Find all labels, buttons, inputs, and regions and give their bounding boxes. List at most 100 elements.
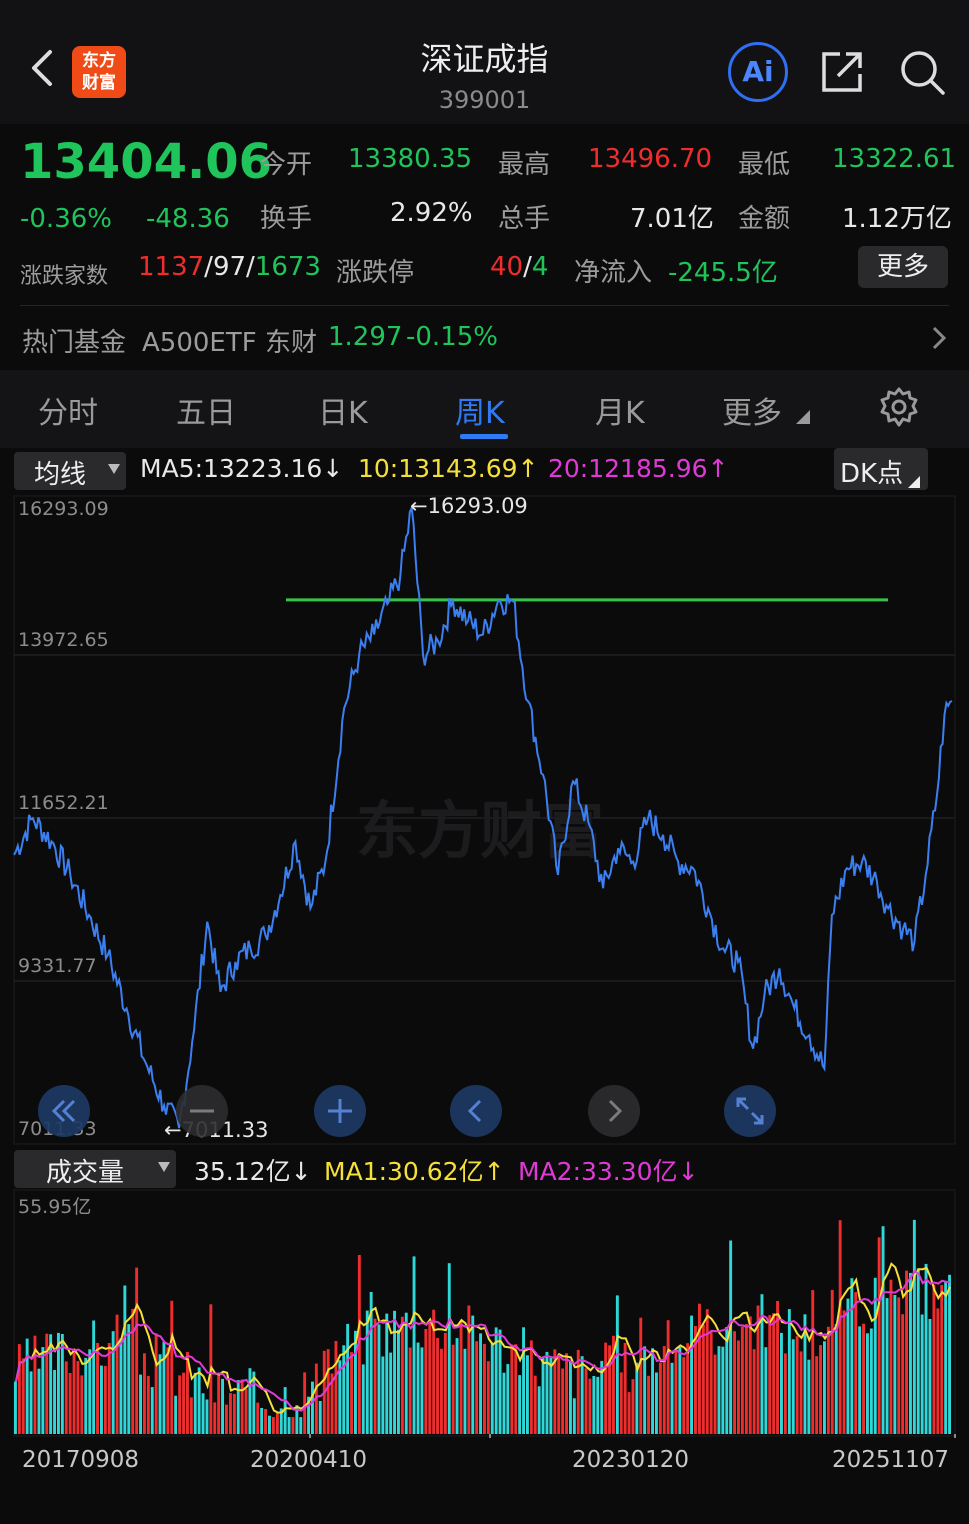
scroll-right-button[interactable] [588, 1085, 640, 1137]
volume-bar [205, 1399, 209, 1434]
volume-bar [483, 1343, 486, 1434]
tab-intraday[interactable]: 分时 [38, 388, 98, 432]
volume-ma1: MA1:30.62亿↑ [324, 1157, 505, 1186]
volume-bar [670, 1362, 674, 1434]
volume-bar [549, 1357, 553, 1434]
volume-bar [318, 1401, 322, 1434]
hot-fund-row[interactable]: 热门基金 A500ETF 东财 1.297 -0.15% [0, 310, 969, 366]
plus-icon [328, 1099, 352, 1123]
volume-bar [846, 1298, 850, 1434]
corner-triangle-icon [796, 410, 810, 424]
volume-bar [744, 1324, 748, 1434]
scroll-left-button[interactable] [450, 1085, 502, 1137]
tab-weekly-k[interactable]: 周K [455, 388, 505, 432]
volume-bar [529, 1340, 533, 1434]
tab-daily-k[interactable]: 日K [318, 388, 368, 432]
limit-values: 40/4 [490, 252, 549, 282]
tab-monthly-k[interactable]: 月K [595, 388, 645, 432]
volume-bar [682, 1357, 686, 1434]
settings-gear-icon[interactable] [878, 386, 920, 428]
zoom-out-button[interactable] [176, 1085, 228, 1137]
volume-bar [901, 1314, 905, 1434]
volume-bar [49, 1334, 53, 1434]
volume-bar [103, 1365, 107, 1434]
volume-bar [842, 1310, 846, 1434]
volume-bar [96, 1343, 99, 1434]
ma-selector[interactable]: 均线 [14, 452, 126, 490]
tab-more[interactable]: 更多 [722, 388, 782, 432]
volume-bar [889, 1279, 893, 1434]
volume-bar [635, 1362, 639, 1434]
volume-bar [537, 1386, 541, 1434]
price-chart[interactable]: 东方财富 [0, 492, 969, 1146]
hot-fund-name: A500ETF 东财 [142, 328, 317, 358]
ai-assistant-button[interactable]: Ai [728, 42, 788, 102]
dk-point-button[interactable]: DK点 [834, 448, 928, 490]
volume-bar [385, 1313, 389, 1434]
volume-bar [221, 1378, 224, 1434]
volume-bar [490, 1342, 494, 1434]
fullscreen-button[interactable] [724, 1085, 776, 1137]
volume-bar [287, 1417, 291, 1434]
volume-axis-max: 55.95亿 [18, 1196, 92, 1218]
volume-bar [823, 1341, 826, 1434]
divider [20, 305, 949, 306]
chevron-right-icon [608, 1099, 623, 1123]
share-icon[interactable] [818, 48, 866, 96]
volume-bar [701, 1324, 705, 1434]
volume-bar [471, 1315, 475, 1434]
volume-bar [459, 1321, 463, 1434]
date-label: 20251107 [832, 1447, 950, 1473]
volume-bar [838, 1220, 842, 1434]
volume-bar [268, 1415, 271, 1434]
volume-bar [53, 1370, 56, 1434]
volume-bar [14, 1381, 17, 1434]
volume-bar [350, 1352, 353, 1434]
amount-label: 金额 [738, 204, 791, 234]
volume-bar [920, 1314, 924, 1434]
breadth-label: 涨跌家数 [20, 264, 109, 289]
scroll-left-fast-button[interactable] [38, 1085, 90, 1137]
volume-bar [381, 1356, 385, 1434]
volume-bar [572, 1398, 576, 1434]
volume-indicator-selector[interactable]: 成交量 [14, 1150, 176, 1188]
volume-bar [400, 1316, 404, 1434]
tab-five-day[interactable]: 五日 [176, 388, 236, 432]
volume-bar [256, 1402, 260, 1434]
volume-bar [690, 1315, 693, 1434]
volume-bar [850, 1278, 854, 1434]
volume-bar [807, 1359, 811, 1434]
dropdown-arrow-icon [108, 464, 120, 474]
volume-bar [182, 1372, 185, 1434]
volume-bar [944, 1281, 948, 1434]
volume-bar [252, 1371, 256, 1434]
zoom-in-button[interactable] [314, 1085, 366, 1137]
dropdown-arrow-icon [158, 1162, 170, 1172]
volume-bar [60, 1334, 64, 1434]
volume-bar [119, 1338, 123, 1434]
volume-bar [541, 1358, 545, 1434]
volume-bar [705, 1309, 709, 1434]
volume-bar [588, 1378, 592, 1434]
search-icon[interactable] [898, 48, 946, 96]
volume-bar [502, 1372, 506, 1434]
low-label: 最低 [738, 150, 791, 180]
more-quote-button[interactable]: 更多 [858, 246, 948, 288]
volume-bar [811, 1290, 815, 1434]
volume-bar [299, 1417, 303, 1434]
volume-bar [201, 1393, 205, 1434]
limit-label: 涨跌停 [336, 258, 415, 288]
hot-fund-change: -0.15% [406, 322, 498, 352]
corner-triangle-icon [908, 476, 920, 488]
volume-bar [510, 1344, 514, 1434]
volume-bar [225, 1404, 228, 1434]
volume-bar [213, 1402, 217, 1434]
volume-bar [107, 1343, 111, 1434]
volume-bar [826, 1326, 830, 1434]
turnover-label: 换手 [260, 204, 313, 234]
volume-bar [389, 1352, 393, 1434]
change-value: -48.36 [146, 204, 230, 234]
volume-bar [463, 1348, 467, 1434]
volume-chart[interactable] [0, 1188, 969, 1438]
hot-fund-price: 1.297 [328, 322, 403, 352]
